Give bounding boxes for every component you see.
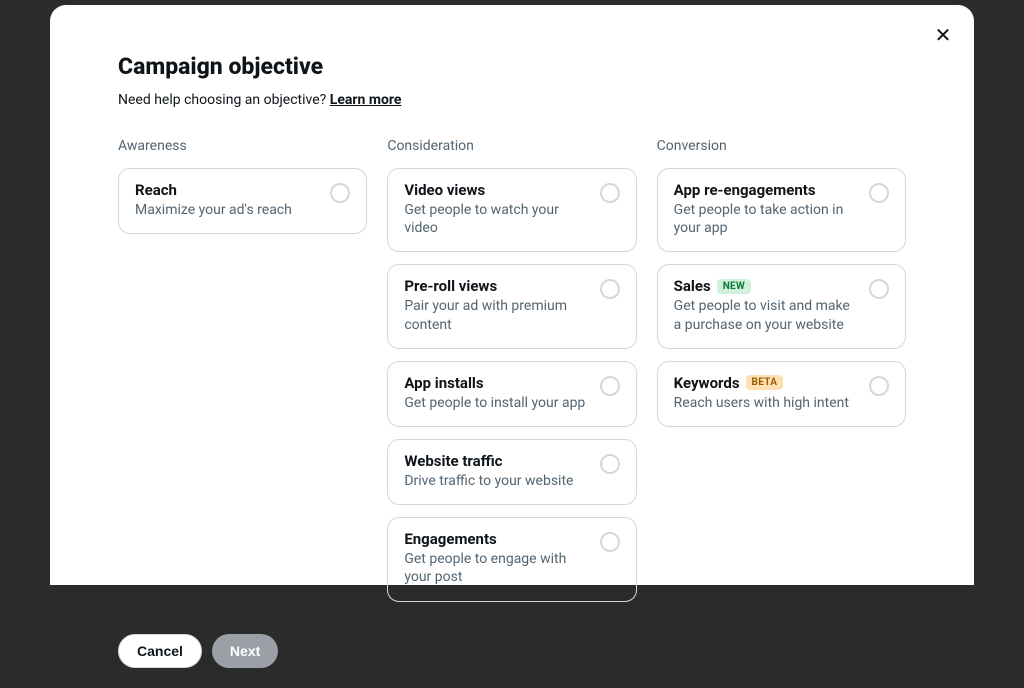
campaign-objective-modal: ✕ Campaign objective Need help choosing …	[50, 5, 974, 585]
option-app-installs[interactable]: App installs Get people to install your …	[387, 361, 636, 427]
next-button[interactable]: Next	[212, 634, 278, 668]
option-title: Sales NEW	[674, 277, 859, 295]
option-title: App re-engagements	[674, 181, 859, 199]
column-conversion: Conversion App re-engagements Get people…	[657, 138, 906, 614]
radio-icon	[600, 532, 620, 552]
close-icon: ✕	[935, 26, 952, 46]
option-title: Website traffic	[404, 452, 589, 470]
column-awareness: Awareness Reach Maximize your ad's reach	[118, 138, 367, 614]
option-desc: Get people to install your app	[404, 394, 589, 412]
column-header-consideration: Consideration	[387, 138, 636, 154]
option-keywords[interactable]: Keywords BETA Reach users with high inte…	[657, 361, 906, 427]
help-text: Need help choosing an objective? Learn m…	[118, 92, 906, 108]
radio-icon	[600, 279, 620, 299]
close-button[interactable]: ✕	[927, 20, 959, 52]
objective-columns: Awareness Reach Maximize your ad's reach…	[118, 138, 906, 614]
radio-icon	[869, 376, 889, 396]
radio-icon	[869, 183, 889, 203]
option-video-views[interactable]: Video views Get people to watch your vid…	[387, 168, 636, 252]
column-header-conversion: Conversion	[657, 138, 906, 154]
option-title: Keywords BETA	[674, 374, 859, 392]
option-desc: Drive traffic to your website	[404, 472, 589, 490]
option-title: Reach	[135, 181, 320, 199]
option-desc: Pair your ad with premium content	[404, 297, 589, 333]
option-desc: Get people to take action in your app	[674, 201, 859, 237]
column-consideration: Consideration Video views Get people to …	[387, 138, 636, 614]
radio-icon	[600, 183, 620, 203]
option-website-traffic[interactable]: Website traffic Drive traffic to your we…	[387, 439, 636, 505]
badge-new: NEW	[717, 279, 751, 294]
option-title: App installs	[404, 374, 589, 392]
option-desc: Reach users with high intent	[674, 394, 859, 412]
radio-icon	[600, 376, 620, 396]
option-desc: Get people to watch your video	[404, 201, 589, 237]
page-title: Campaign objective	[118, 53, 906, 80]
radio-icon	[869, 279, 889, 299]
column-header-awareness: Awareness	[118, 138, 367, 154]
badge-beta: BETA	[746, 375, 784, 390]
option-title: Video views	[404, 181, 589, 199]
option-app-reengagements[interactable]: App re-engagements Get people to take ac…	[657, 168, 906, 252]
radio-icon	[600, 454, 620, 474]
option-title: Pre-roll views	[404, 277, 589, 295]
modal-footer: Cancel Next	[78, 614, 946, 688]
modal-content: Campaign objective Need help choosing an…	[78, 23, 946, 614]
option-title: Engagements	[404, 530, 589, 548]
option-desc: Maximize your ad's reach	[135, 201, 320, 219]
option-reach[interactable]: Reach Maximize your ad's reach	[118, 168, 367, 234]
option-engagements[interactable]: Engagements Get people to engage with yo…	[387, 517, 636, 601]
option-preroll-views[interactable]: Pre-roll views Pair your ad with premium…	[387, 264, 636, 348]
option-sales[interactable]: Sales NEW Get people to visit and make a…	[657, 264, 906, 348]
option-desc: Get people to engage with your post	[404, 550, 589, 586]
option-desc: Get people to visit and make a purchase …	[674, 297, 859, 333]
cancel-button[interactable]: Cancel	[118, 634, 202, 668]
radio-icon	[330, 183, 350, 203]
learn-more-link[interactable]: Learn more	[330, 92, 402, 108]
